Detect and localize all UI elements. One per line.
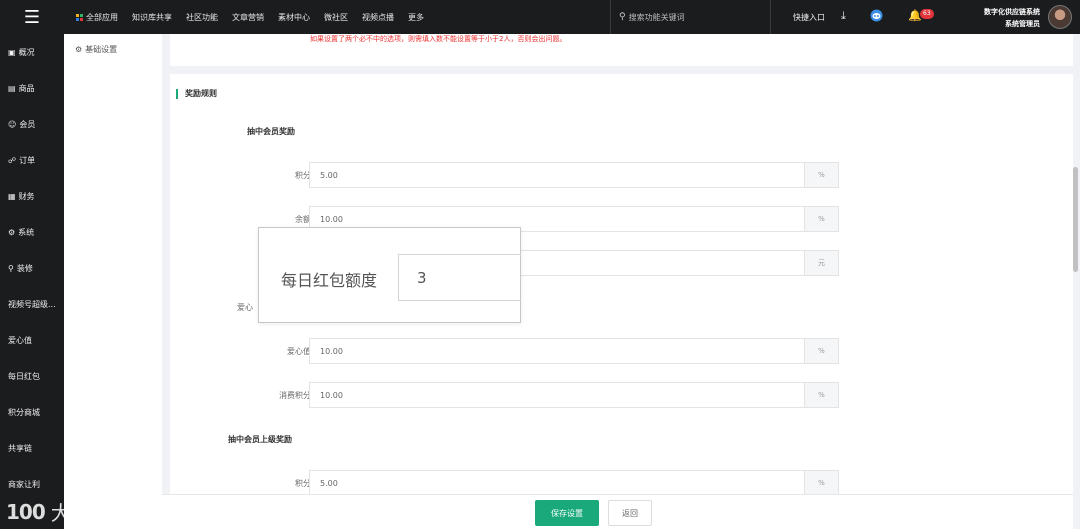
points-input[interactable] <box>310 163 804 187</box>
sidebar-item-system[interactable]: ⚙ 系统 <box>0 214 64 250</box>
sidebar-item-decorate[interactable]: ⚲ 装修 <box>0 250 64 286</box>
group-title-superior-reward: 抽中会员上级奖励 <box>228 435 292 444</box>
nav-all-apps[interactable]: 全部应用 <box>76 12 118 23</box>
sub-sidebar: ⚙ 基础设置 <box>64 34 162 529</box>
group-title-member-reward: 抽中会员奖励 <box>247 127 295 136</box>
nav-knowledge[interactable]: 知识库共享 <box>132 12 172 23</box>
avatar[interactable] <box>1048 5 1072 29</box>
nav-community[interactable]: 社区功能 <box>186 12 218 23</box>
hamburger-icon[interactable]: ☰ <box>0 0 64 34</box>
sidebar-item-points-mall[interactable]: 积分商城 <box>0 394 64 430</box>
partial-love-label: 爱心 <box>237 303 253 312</box>
overview-icon: ▣ <box>8 47 16 57</box>
scrollbar-track[interactable] <box>1073 34 1080 529</box>
settings-icon: ⚙ <box>75 45 83 54</box>
popup-value-field[interactable]: 3 <box>398 254 521 301</box>
superior-points-input[interactable] <box>310 471 804 494</box>
scrollbar-thumb[interactable] <box>1073 167 1078 272</box>
sidebar-item-share-chain[interactable]: 共享链 <box>0 430 64 466</box>
user-info[interactable]: 数字化供应链系统 系统管理员 <box>984 6 1040 30</box>
consume-points-input-group: % <box>309 382 839 408</box>
superior-points-input-group: % <box>309 470 839 494</box>
sidebar-item-goods[interactable]: ▤ 商品 <box>0 70 64 106</box>
form-row-love-value: 爱心值 % <box>170 338 1073 364</box>
sidebar-item-love-value[interactable]: 爱心值 <box>0 322 64 358</box>
sidebar-item-daily-redpacket[interactable]: 每日红包 <box>0 358 64 394</box>
search-box: ⚲ <box>610 0 770 34</box>
section-title: 奖励规则 <box>176 89 217 99</box>
nav-article-marketing[interactable]: 文章营销 <box>232 12 264 23</box>
form-row-consume-points: 消费积分 % <box>170 382 1073 408</box>
nav-video[interactable]: 视频点播 <box>362 12 394 23</box>
love-value-input[interactable] <box>310 339 804 363</box>
top-card: 如果设置了两个必不中的选项，则需填入数不能设置等于小于2人，否则会出问题。 <box>170 34 1073 66</box>
form-row-superior-points: 积分 % <box>170 470 1073 494</box>
sidebar-item-overview[interactable]: ▣ 概况 <box>0 34 64 70</box>
search-input[interactable] <box>628 12 759 22</box>
sub-item-basic-settings[interactable]: ⚙ 基础设置 <box>64 44 162 55</box>
goods-icon: ▤ <box>8 83 16 93</box>
sidebar: ▣ 概况 ▤ 商品 ☺ 会员 ☍ 订单 ▦ 财务 ⚙ 系统 ⚲ 装修 视频号超级... 爱心值… <box>0 34 64 529</box>
gear-icon: ⚙ <box>8 227 16 237</box>
nav-more[interactable]: 更多 <box>408 12 424 23</box>
brush-icon: ⚲ <box>8 263 14 273</box>
cart-icon: ☍ <box>8 155 17 165</box>
robot-icon[interactable] <box>870 9 883 25</box>
sidebar-item-video-super[interactable]: 视频号超级... <box>0 286 64 322</box>
top-nav: 全部应用 知识库共享 社区功能 文章营销 素材中心 微社区 视频点播 更多 <box>64 0 424 34</box>
sidebar-item-member[interactable]: ☺ 会员 <box>0 106 64 142</box>
quick-entry-button[interactable]: 快捷入口 <box>770 0 825 34</box>
watermark: 100 大数跨境 <box>6 497 131 526</box>
nav-material-center[interactable]: 素材中心 <box>278 12 310 23</box>
apps-grid-icon <box>76 13 83 21</box>
bottom-action-bar: 保存设置 返回 <box>162 494 1073 529</box>
member-icon: ☺ <box>8 119 17 129</box>
daily-redpacket-popup: 每日红包额度 3 <box>258 227 521 323</box>
sidebar-item-order[interactable]: ☍ 订单 <box>0 142 64 178</box>
warning-text: 如果设置了两个必不中的选项，则需填入数不能设置等于小于2人，否则会出问题。 <box>310 35 567 43</box>
watermark-logo: 100 <box>6 499 46 524</box>
back-button[interactable]: 返回 <box>608 500 652 526</box>
notification-badge: 63 <box>920 9 934 19</box>
nav-micro-community[interactable]: 微社区 <box>324 12 348 23</box>
consume-points-input[interactable] <box>310 383 804 407</box>
love-value-input-group: % <box>309 338 839 364</box>
form-row-points: 积分 % <box>170 162 1073 188</box>
sidebar-item-finance[interactable]: ▦ 财务 <box>0 178 64 214</box>
download-icon[interactable]: ⤓ <box>841 9 846 23</box>
watermark-text: 大数跨境 <box>50 501 131 525</box>
finance-icon: ▦ <box>8 191 16 201</box>
search-icon: ⚲ <box>619 12 626 22</box>
top-bar: ☰ 全部应用 知识库共享 社区功能 文章营销 素材中心 微社区 视频点播 更多 … <box>0 0 1080 34</box>
points-input-group: % <box>309 162 839 188</box>
save-button[interactable]: 保存设置 <box>535 500 599 526</box>
popup-label: 每日红包额度 <box>281 271 378 290</box>
